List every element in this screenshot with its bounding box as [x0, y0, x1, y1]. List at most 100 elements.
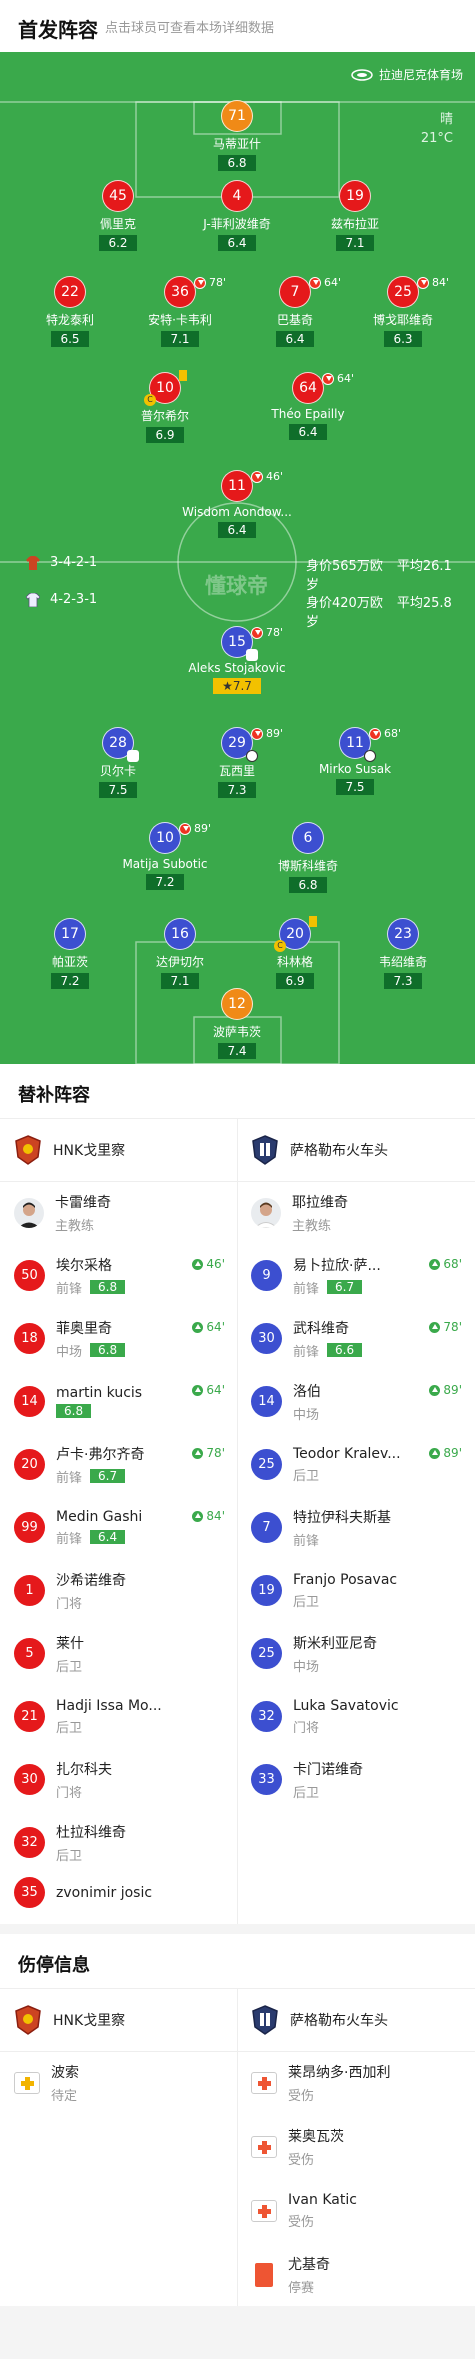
sub-position: 前锋: [293, 1533, 320, 1549]
home-sub-row[interactable]: 30 扎尔科夫 门将: [14, 1748, 234, 1811]
away-coach-avatar: [251, 1197, 281, 1228]
home-player-number: 36 78': [164, 276, 226, 308]
injury-home-team-row[interactable]: HNK戈里察: [14, 1988, 234, 2051]
home-sub-row[interactable]: 5 莱什 后卫: [14, 1622, 234, 1685]
sub-number: 14: [14, 1386, 45, 1417]
home-player[interactable]: 19 兹布拉亚 7.1: [280, 180, 430, 251]
away-coach-role: 主教练: [292, 1218, 332, 1234]
away-team-row[interactable]: 萨格勒布火车头: [251, 1118, 471, 1181]
away-player-rating: 7.5: [99, 782, 137, 798]
away-player[interactable]: 6 博斯科维奇 6.8: [233, 822, 383, 893]
injury-row[interactable]: 波索 待定: [14, 2051, 234, 2114]
away-sub-row[interactable]: 25 斯米利亚尼奇 中场: [251, 1622, 471, 1685]
away-player-name: 博斯科维奇: [277, 859, 338, 873]
home-team-row[interactable]: HNK戈里察: [14, 1118, 234, 1181]
sub-rating: 6.8: [90, 1280, 126, 1294]
injured-player-name: 莱奥瓦茨: [288, 2128, 344, 2145]
injuries-title: 伤停信息: [18, 1955, 90, 1976]
injury-away-team-row[interactable]: 萨格勒布火车头: [251, 1988, 471, 2051]
home-player-name: Théo Epailly: [271, 407, 345, 421]
sub-name: Medin Gashi: [56, 1508, 143, 1525]
sub-on-icon: [429, 1384, 441, 1396]
red-card-icon: [255, 2262, 273, 2287]
sub-number: 25: [251, 1449, 282, 1480]
home-sub-row[interactable]: 50 埃尔采格 前锋 6.8 46': [14, 1244, 234, 1307]
home-player-name: 博戈耶维奇: [372, 313, 433, 327]
weather-temperature: 21°C: [420, 131, 453, 146]
away-sub-row[interactable]: 32 Luka Savatovic 门将: [251, 1685, 471, 1748]
sub-name: 武科维奇: [293, 1320, 349, 1337]
home-team-name: HNK戈里察: [53, 2012, 126, 2029]
home-sub-row[interactable]: 20 卢卡·弗尔齐奇 前锋 6.7 78': [14, 1433, 234, 1496]
home-sub-row[interactable]: 35 zvonimir josic: [14, 1861, 234, 1924]
sub-off-indicator: 89': [251, 719, 283, 749]
away-sub-row[interactable]: 14 洛伯 中场 89': [251, 1370, 471, 1433]
sub-position: 前锋: [56, 1281, 83, 1297]
home-sub-row[interactable]: 18 菲奥里奇 中场 6.8 64': [14, 1307, 234, 1370]
injury-status: 受伤: [288, 2214, 315, 2230]
sub-name: 卢卡·弗尔齐奇: [56, 1446, 145, 1463]
captain-badge: C: [274, 940, 286, 952]
column-divider: [237, 1988, 238, 2306]
home-player-name: 普尔希尔: [140, 409, 189, 423]
section-subtitle: 点击球员可查看本场详细数据: [105, 21, 275, 36]
home-player-rating: 6.2: [99, 235, 137, 251]
injury-row[interactable]: 尤基奇 停赛: [251, 2243, 471, 2306]
away-player-rating: 7.3: [384, 973, 422, 989]
subs-grid: HNK戈里察 萨格勒布火车头 卡雷维奇 主教练 耶拉维奇 主教练 50 埃尔采格 前锋 6…: [0, 1118, 475, 1924]
home-coach-role: 主教练: [55, 1218, 95, 1234]
away-coach-row[interactable]: 耶拉维奇 主教练: [251, 1181, 471, 1244]
home-shirt-icon: [26, 555, 40, 570]
sub-on-icon: [192, 1258, 204, 1270]
lineup-header: 首发阵容 点击球员可查看本场详细数据: [0, 0, 475, 52]
home-player[interactable]: 71 马蒂亚什 6.8: [162, 100, 312, 171]
home-team-name: HNK戈里察: [53, 1142, 126, 1159]
home-player-name: Wisdom Aondow...: [182, 505, 292, 519]
injury-row[interactable]: 莱昂纳多·西加利 受伤: [251, 2051, 471, 2114]
away-sub-row[interactable]: 25 Teodor Kralev... 后卫 89': [251, 1433, 471, 1496]
sub-number: 5: [14, 1638, 45, 1669]
sub-off-icon: [417, 277, 429, 289]
pitch: 拉迪尼克体育场 晴 21°C 懂球帝 71 马蒂亚什 6.8 45 佩里克 6.2 4J…: [0, 52, 475, 1064]
away-sub-row[interactable]: 30 武科维奇 前锋 6.6 78': [251, 1307, 471, 1370]
home-player-number: 19: [339, 180, 371, 212]
away-player[interactable]: 10 89' Matija Subotic 7.2: [90, 822, 240, 890]
sub-off-indicator: 89': [179, 814, 211, 844]
away-squad-info: 身价420万欧 平均25.8岁: [306, 592, 475, 630]
sub-name: 特拉伊科夫斯基: [293, 1509, 391, 1526]
away-sub-row[interactable]: 7 特拉伊科夫斯基 前锋: [251, 1496, 471, 1559]
home-sub-row[interactable]: 21 Hadji Issa Mo... 后卫: [14, 1685, 234, 1748]
away-player[interactable]: 23 韦绍维奇 7.3: [328, 918, 475, 989]
away-shirt-icon: [26, 592, 40, 607]
home-sub-row[interactable]: 1 沙希诺维奇 门将: [14, 1559, 234, 1622]
injury-icon: [251, 2071, 277, 2094]
sub-number: 1: [14, 1575, 45, 1606]
away-formation: 4-2-3-1: [26, 592, 97, 607]
away-player[interactable]: 15 78' Aleks Stojakovic ★7.7: [162, 626, 312, 694]
home-team-crest-icon: [15, 1134, 41, 1165]
sub-rating: 6.7: [90, 1469, 126, 1483]
injury-row[interactable]: 莱奥瓦茨 受伤: [251, 2115, 471, 2178]
sub-on-indicator: 84': [192, 1509, 225, 1523]
home-player-number: 22: [54, 276, 86, 308]
away-sub-row[interactable]: 9 易卜拉欣·萨... 前锋 6.7 68': [251, 1244, 471, 1307]
home-coach-row[interactable]: 卡雷维奇 主教练: [14, 1181, 234, 1244]
away-player-rating: 7.5: [336, 779, 374, 795]
home-player[interactable]: 11 46' Wisdom Aondow... 6.4: [162, 470, 312, 538]
away-player[interactable]: 11 68' Mirko Susak 7.5: [280, 727, 430, 795]
home-sub-row[interactable]: 99 Medin Gashi 前锋 6.4 84': [14, 1496, 234, 1559]
away-player-number: 16: [164, 918, 196, 950]
home-sub-row[interactable]: 14 martin kucis 6.8 64': [14, 1370, 234, 1433]
home-player[interactable]: 10 C 普尔希尔 6.9: [90, 370, 240, 443]
stadium-icon: [351, 68, 373, 81]
home-player[interactable]: 64 64' Théo Epailly 6.4: [233, 372, 383, 440]
away-sub-row[interactable]: 19 Franjo Posavac 后卫: [251, 1559, 471, 1622]
sub-name: Luka Savatovic: [293, 1697, 399, 1714]
home-player[interactable]: 25 84' 博戈耶维奇 6.3: [328, 276, 475, 347]
away-player[interactable]: 12 波萨韦茨 7.4: [162, 988, 312, 1059]
sub-off-icon: [309, 277, 321, 289]
home-player-number: 25 84': [387, 276, 449, 308]
assist-icon: [127, 750, 139, 762]
away-sub-row[interactable]: 33 卡门诺维奇 后卫: [251, 1748, 471, 1811]
injury-row[interactable]: Ivan Katic 受伤: [251, 2179, 471, 2242]
